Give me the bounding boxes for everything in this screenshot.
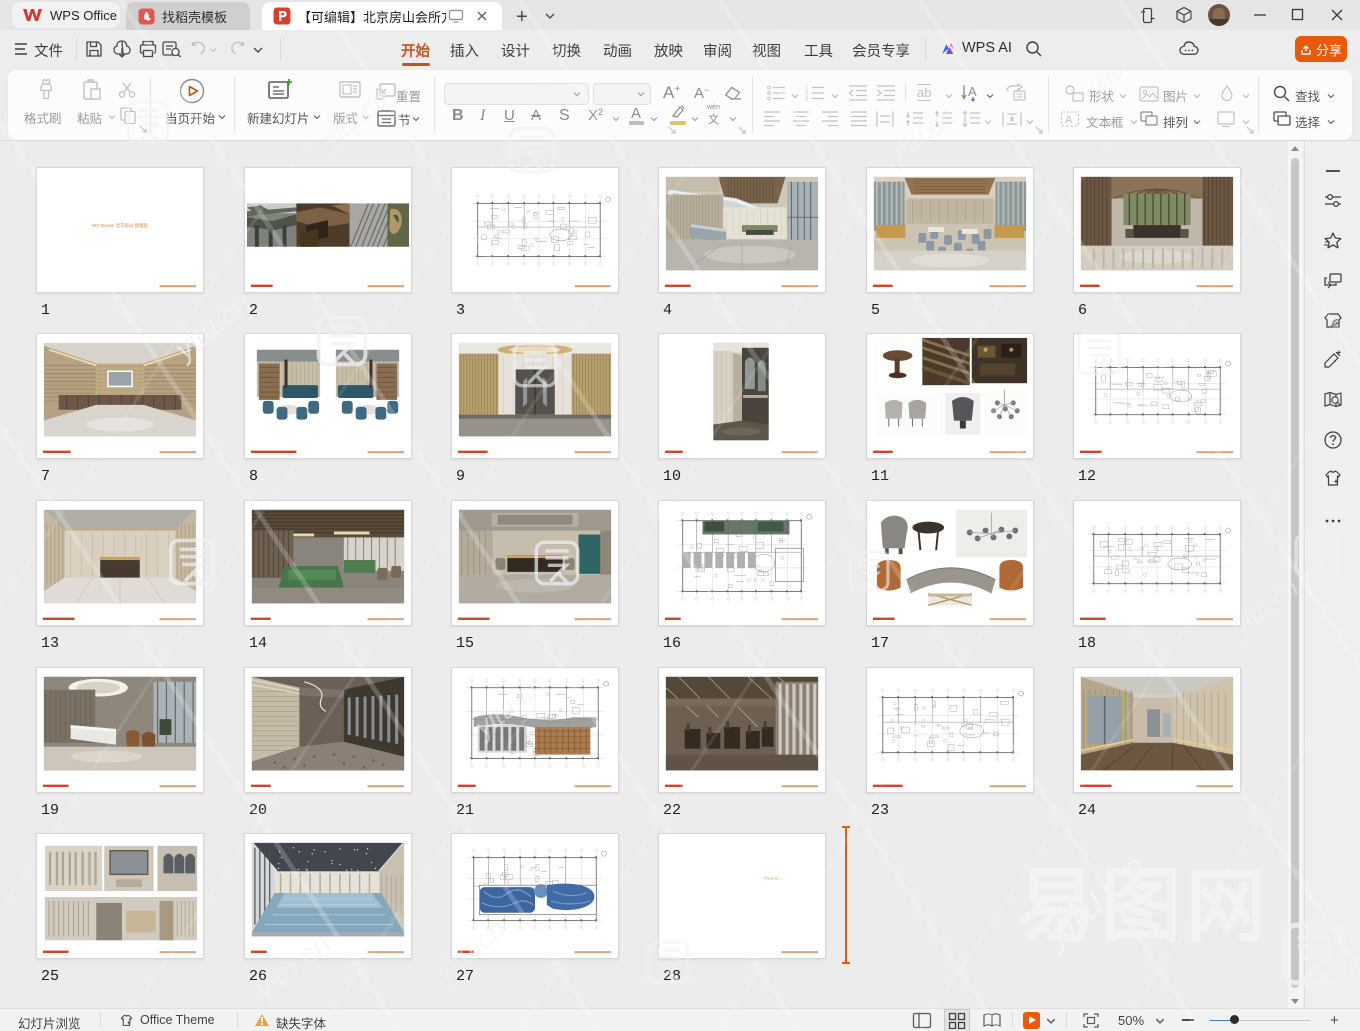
svg-text:3: 3 [805,97,808,103]
svg-text:WY. Dream 北京房山 悦慢居: WY. Dream 北京房山 悦慢居 [92,222,148,229]
svg-text:A: A [968,84,977,99]
svg-text:- The End -: - The End - [761,875,781,880]
svg-text:A: A [1065,114,1073,126]
